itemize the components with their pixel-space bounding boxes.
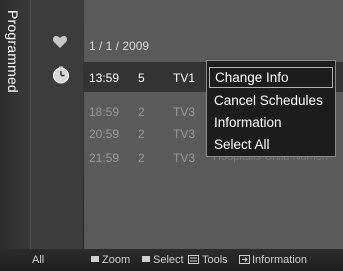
- menu-item-cancel-schedules[interactable]: Cancel Schedules: [209, 90, 333, 111]
- select-hint: Select: [142, 254, 184, 266]
- zoom-hint-label: Zoom: [102, 254, 131, 266]
- menu-item-select-all[interactable]: Select All: [209, 134, 333, 155]
- information-hint-label: Information: [252, 254, 308, 266]
- side-tab-programmed[interactable]: Programmed: [0, 0, 31, 249]
- row-time: 20:59: [89, 127, 120, 141]
- select-hint-label: Select: [153, 254, 184, 266]
- tools-hint: Tools: [188, 254, 228, 266]
- row-time: 21:59: [89, 151, 120, 165]
- filter-all-label[interactable]: All: [32, 254, 44, 266]
- side-tab-label: Programmed: [5, 10, 21, 93]
- row-time: 18:59: [89, 105, 120, 119]
- row-channel: TV1: [173, 71, 196, 85]
- row-number: 2: [138, 151, 145, 165]
- square-icon: [91, 256, 99, 262]
- tools-hint-label: Tools: [202, 254, 228, 266]
- square-icon: [142, 256, 150, 262]
- menu-item-information[interactable]: Information: [209, 112, 333, 133]
- info-icon: [239, 255, 250, 264]
- tools-popup-menu: Change Info Cancel Schedules Information…: [206, 60, 336, 157]
- row-channel: TV3: [173, 127, 196, 141]
- heart-icon: [52, 36, 68, 48]
- bottom-hint-bar: All Zoom Select Tools Information: [0, 249, 343, 271]
- zoom-hint: Zoom: [91, 254, 130, 266]
- row-channel: TV3: [173, 105, 196, 119]
- row-time: 13:59: [89, 71, 120, 85]
- date-header: 1 / 1 / 2009: [84, 32, 343, 58]
- row-number: 5: [138, 71, 145, 85]
- tools-icon: [188, 255, 199, 264]
- clock-icon: [53, 66, 69, 84]
- row-channel: TV3: [173, 151, 196, 165]
- menu-item-change-info[interactable]: Change Info: [209, 67, 333, 88]
- row-number: 2: [138, 127, 145, 141]
- row-number: 2: [138, 105, 145, 119]
- date-label: 1 / 1 / 2009: [89, 39, 150, 53]
- information-hint: Information: [239, 254, 307, 266]
